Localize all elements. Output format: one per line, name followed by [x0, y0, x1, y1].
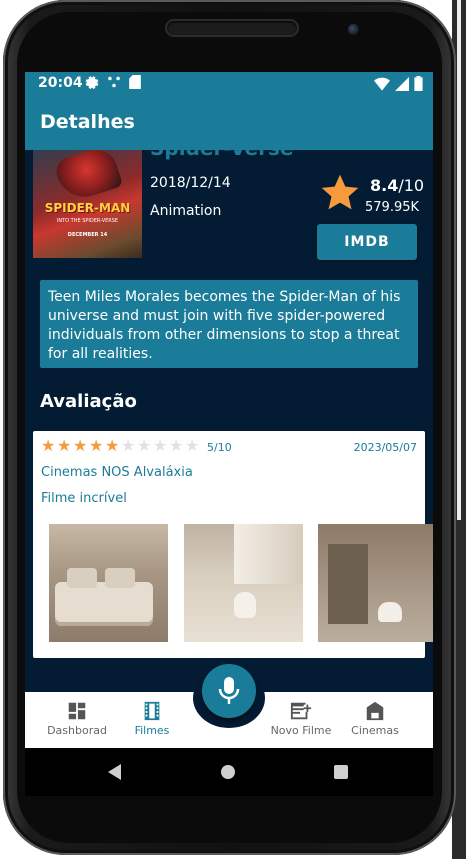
star-empty-icon: ★ — [121, 436, 136, 455]
review-card[interactable]: ★ ★ ★ ★ ★ ★ ★ ★ ★ ★ 5/10 2023/05/07 Cinemas NOS A… — [33, 431, 433, 658]
star-filled-icon: ★ — [105, 436, 120, 455]
status-icons-right — [374, 76, 423, 91]
rating-score: 8.4/10 — [370, 176, 424, 195]
dog-shape — [378, 602, 402, 622]
details-content[interactable]: SPIDER-MAN INTO THE SPIDER-VERSE DECEMBE… — [25, 150, 433, 692]
star-empty-icon: ★ — [185, 436, 200, 455]
poster-figure — [52, 150, 124, 205]
sofa-shape — [55, 582, 153, 622]
review-text: Filme incrível — [41, 491, 127, 506]
rating-votes: 579.95K — [365, 200, 420, 215]
review-cinema: Cinemas NOS Alvaláxia — [41, 465, 193, 480]
battery-icon — [414, 76, 423, 91]
status-icons-left — [85, 75, 141, 89]
home-icon[interactable] — [221, 765, 235, 779]
imdb-button[interactable]: IMDB — [317, 224, 417, 260]
recent-apps-icon[interactable] — [334, 765, 348, 779]
rating-value: 8.4 — [370, 176, 399, 195]
window-shape — [234, 524, 303, 584]
star-filled-icon: ★ — [89, 436, 104, 455]
cushion-shape — [105, 568, 135, 588]
cinema-icon — [366, 701, 384, 721]
back-icon[interactable] — [108, 764, 121, 780]
rating-max: /10 — [398, 176, 425, 195]
cushion-shape — [67, 568, 97, 588]
room-with-dog-photo[interactable] — [184, 524, 303, 642]
nav-label-films: Filmes — [134, 724, 170, 737]
status-bar: 20:04 — [25, 72, 433, 96]
star-empty-icon: ★ — [169, 436, 184, 455]
star-filled-icon: ★ — [73, 436, 88, 455]
desktop-panel — [457, 0, 461, 520]
doorway-shape — [328, 544, 368, 624]
dots-icon — [108, 76, 120, 88]
movie-title: Spider-Verse — [150, 150, 293, 160]
new-film-icon — [290, 702, 312, 720]
star-filled-icon: ★ — [57, 436, 72, 455]
movie-synopsis: Teen Miles Morales becomes the Spider-Ma… — [40, 280, 418, 368]
movie-poster: SPIDER-MAN INTO THE SPIDER-VERSE DECEMBE… — [33, 150, 142, 258]
front-camera-icon — [348, 24, 359, 35]
star-icon — [321, 174, 359, 210]
page-title: Detalhes — [40, 111, 135, 133]
gear-icon — [85, 76, 99, 89]
signal-icon — [395, 76, 409, 91]
nav-item-cinemas[interactable]: Cinemas — [330, 700, 420, 737]
review-date: 2023/05/07 — [353, 441, 417, 454]
poster-date: DECEMBER 14 — [67, 232, 108, 238]
dashboard-icon — [68, 702, 86, 720]
sim-icon — [129, 75, 141, 89]
system-navigation-bar — [25, 748, 433, 796]
review-stars: ★ ★ ★ ★ ★ ★ ★ ★ ★ ★ — [41, 438, 201, 454]
app-bar: Detalhes — [25, 96, 433, 150]
living-room-photo[interactable] — [49, 524, 168, 642]
star-filled-icon: ★ — [41, 436, 56, 455]
release-date: 2018/12/14 — [150, 175, 231, 191]
star-empty-icon: ★ — [137, 436, 152, 455]
nav-label-cinemas: Cinemas — [351, 724, 399, 737]
voice-search-button[interactable] — [202, 664, 256, 718]
status-time: 20:04 — [38, 75, 83, 91]
movie-genre: Animation — [150, 203, 222, 219]
hallway-with-dog-photo[interactable] — [318, 524, 433, 642]
reviews-section-title: Avaliação — [40, 391, 137, 412]
microphone-icon — [218, 677, 240, 704]
speaker-grille — [167, 21, 297, 35]
screen-root: 20:04 Detalhes SPIDER-MAN INTO THE SPIDE… — [0, 0, 466, 859]
nav-item-films[interactable]: Filmes — [107, 700, 197, 737]
review-score: 5/10 — [207, 441, 232, 454]
dog-shape — [234, 592, 256, 618]
wifi-icon — [374, 77, 390, 91]
device-screen: 20:04 Detalhes SPIDER-MAN INTO THE SPIDE… — [25, 72, 433, 748]
poster-title: SPIDER-MAN — [44, 201, 131, 215]
film-icon — [144, 701, 160, 721]
star-empty-icon: ★ — [153, 436, 168, 455]
poster-subtitle: INTO THE SPIDER-VERSE — [56, 218, 119, 224]
